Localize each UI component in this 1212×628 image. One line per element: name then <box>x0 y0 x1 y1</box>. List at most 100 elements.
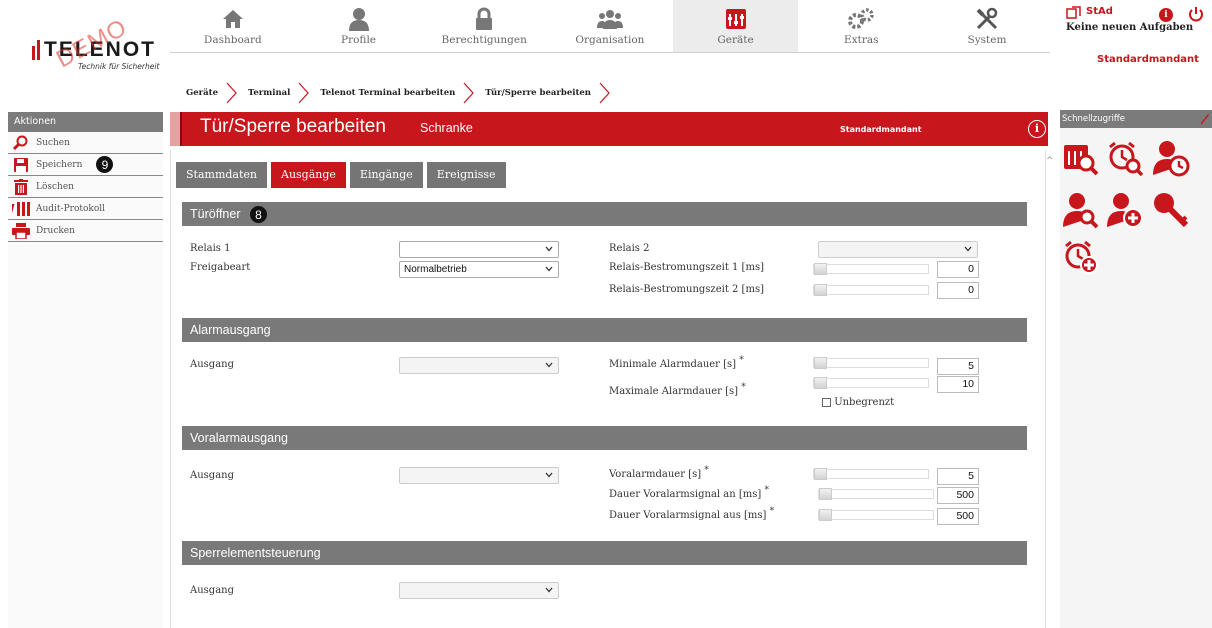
sidebar-item-drucken[interactable]: Drucken <box>8 220 163 242</box>
person-clock-icon[interactable] <box>1152 139 1190 177</box>
pencil-icon[interactable] <box>1200 113 1210 125</box>
label-text: Minimale Alarmdauer [s] <box>609 359 737 370</box>
nav-label: Dashboard <box>203 34 262 46</box>
nav-extras[interactable]: Extras <box>798 0 924 52</box>
sperrelement-ausgang-select[interactable] <box>399 582 559 599</box>
nav-berechtigungen[interactable]: Berechtigungen <box>421 0 547 52</box>
slider-thumb[interactable] <box>814 468 827 480</box>
nav-label: Organisation <box>575 34 645 46</box>
voralarmdauer-label: Voralarmdauer [s] * <box>609 465 709 480</box>
slider-thumb[interactable] <box>814 357 827 369</box>
tab-stammdaten[interactable]: Stammdaten <box>176 162 267 188</box>
slider-thumb[interactable] <box>814 263 827 275</box>
quick-access-header: Schnellzugriffe <box>1060 110 1212 128</box>
callout-badge: 8 <box>249 206 267 224</box>
slider-thumb[interactable] <box>819 509 832 521</box>
page-title: Tür/Sperre bearbeiten <box>200 116 386 137</box>
voralarm-aus-input[interactable]: 500 <box>937 508 979 525</box>
tools-icon <box>924 7 1050 31</box>
gears-icon <box>798 7 924 31</box>
relais2-select[interactable] <box>818 241 978 258</box>
house-icon <box>170 7 296 31</box>
logout-icon[interactable] <box>1188 6 1204 26</box>
nav-dashboard[interactable]: Dashboard <box>170 0 296 52</box>
device-search-icon[interactable] <box>1062 139 1100 177</box>
nav-label: Extras <box>844 34 879 46</box>
chevron-down-icon <box>545 472 553 478</box>
bestromung1-label: Relais-Bestromungszeit 1 [ms] <box>609 262 764 273</box>
sperrelement-ausgang-label: Ausgang <box>190 585 234 596</box>
bestromung2-slider[interactable] <box>813 284 929 296</box>
bestromung1-slider[interactable] <box>813 263 929 275</box>
tab-ereignisse[interactable]: Ereignisse <box>426 162 506 188</box>
magnifier-icon <box>12 135 30 151</box>
slider-thumb[interactable] <box>814 377 827 389</box>
voralarm-aus-slider[interactable] <box>818 509 934 521</box>
mandant-label[interactable]: Standardmandant <box>1097 54 1199 65</box>
min-alarmdauer-input[interactable]: 5 <box>937 358 979 375</box>
max-alarmdauer-slider[interactable] <box>813 377 929 389</box>
title-accent-strip <box>170 112 182 146</box>
alarm-ausgang-label: Ausgang <box>190 359 234 370</box>
info-icon[interactable]: i <box>1028 120 1046 138</box>
tasks-status[interactable]: Keine neuen Aufgaben <box>1066 22 1193 33</box>
breadcrumb-item[interactable]: Terminal <box>248 88 290 98</box>
alarm-ausgang-select[interactable] <box>399 357 559 374</box>
nav-profile[interactable]: Profile <box>296 0 422 52</box>
person-add-icon[interactable] <box>1106 191 1144 229</box>
user-switch-icon[interactable] <box>1066 6 1082 20</box>
chevron-down-icon <box>545 246 553 252</box>
sidebar-item-suchen[interactable]: Suchen <box>8 132 163 154</box>
bestromung2-input[interactable]: 0 <box>937 282 979 299</box>
breadcrumb-item[interactable]: Tür/Sperre bearbeiten <box>485 88 591 98</box>
voralarm-an-input[interactable]: 500 <box>937 487 979 504</box>
person-search-icon[interactable] <box>1062 191 1100 229</box>
nav-geraete[interactable]: Geräte <box>672 0 799 52</box>
nav-label: Berechtigungen <box>441 34 527 46</box>
callout-badge: 9 <box>96 156 114 173</box>
unbegrenzt-option[interactable]: Unbegrenzt <box>822 397 894 408</box>
voralarm-an-slider[interactable] <box>818 488 934 500</box>
sidebar-title: Aktionen <box>8 112 163 132</box>
chevron-down-icon <box>545 362 553 368</box>
relais1-select[interactable] <box>399 241 559 258</box>
tab-eingaenge[interactable]: Eingänge <box>349 162 423 188</box>
nav-divider <box>170 52 1050 53</box>
voralarmdauer-input[interactable]: 5 <box>937 468 979 485</box>
user-name[interactable]: StAd <box>1086 6 1113 17</box>
breadcrumb-item[interactable]: Geräte <box>186 88 218 98</box>
min-alarmdauer-slider[interactable] <box>813 357 929 369</box>
unbegrenzt-checkbox[interactable] <box>822 398 831 407</box>
required-marker: * <box>704 465 709 476</box>
printer-icon <box>12 222 30 239</box>
sidebar-item-label: Speichern <box>36 159 83 170</box>
breadcrumb-item[interactable]: Telenot Terminal bearbeiten <box>320 88 455 98</box>
max-alarmdauer-input[interactable]: 10 <box>937 376 979 393</box>
voralarmdauer-slider[interactable] <box>813 468 929 480</box>
nav-organisation[interactable]: Organisation <box>547 0 673 52</box>
sidebar-item-loeschen[interactable]: Löschen <box>8 176 163 198</box>
sidebar-item-speichern[interactable]: Speichern 9 <box>8 154 163 176</box>
slider-thumb[interactable] <box>814 284 827 296</box>
key-search-icon[interactable] <box>1152 191 1190 229</box>
quick-access-panel: Schnellzugriffe <box>1060 110 1212 628</box>
required-marker: * <box>739 355 744 366</box>
breadcrumb-chevron-icon <box>599 82 610 104</box>
sidebar-item-label: Audit-Protokoll <box>36 203 106 214</box>
sidebar-item-audit-protokoll[interactable]: Audit-Protokoll <box>8 198 163 220</box>
telenot-logo[interactable]: TELENOT Technik für Sicherheit DEMO <box>20 14 170 73</box>
bestromung1-input[interactable]: 0 <box>937 261 979 278</box>
slider-thumb[interactable] <box>819 488 832 500</box>
help-icon[interactable]: i <box>1159 8 1173 22</box>
alarm-search-icon[interactable] <box>1106 139 1144 177</box>
freigabeart-select[interactable]: Normalbetrieb <box>399 261 559 278</box>
actions-sidebar: Aktionen Suchen Speichern 9 Löschen Audi… <box>8 112 163 628</box>
nav-system[interactable]: System <box>924 0 1050 52</box>
alarm-add-icon[interactable] <box>1062 238 1100 276</box>
voralarm-ausgang-select[interactable] <box>399 467 559 484</box>
page-header: Tür/Sperre bearbeiten Schranke Standardm… <box>170 112 1048 146</box>
scroll-up-icon[interactable]: ^ <box>1046 156 1054 166</box>
breadcrumb-chevron-icon <box>226 82 237 104</box>
tab-ausgaenge[interactable]: Ausgänge <box>271 162 346 188</box>
section-header-sperrelementsteuerung: Sperrelementsteuerung <box>182 541 1027 565</box>
